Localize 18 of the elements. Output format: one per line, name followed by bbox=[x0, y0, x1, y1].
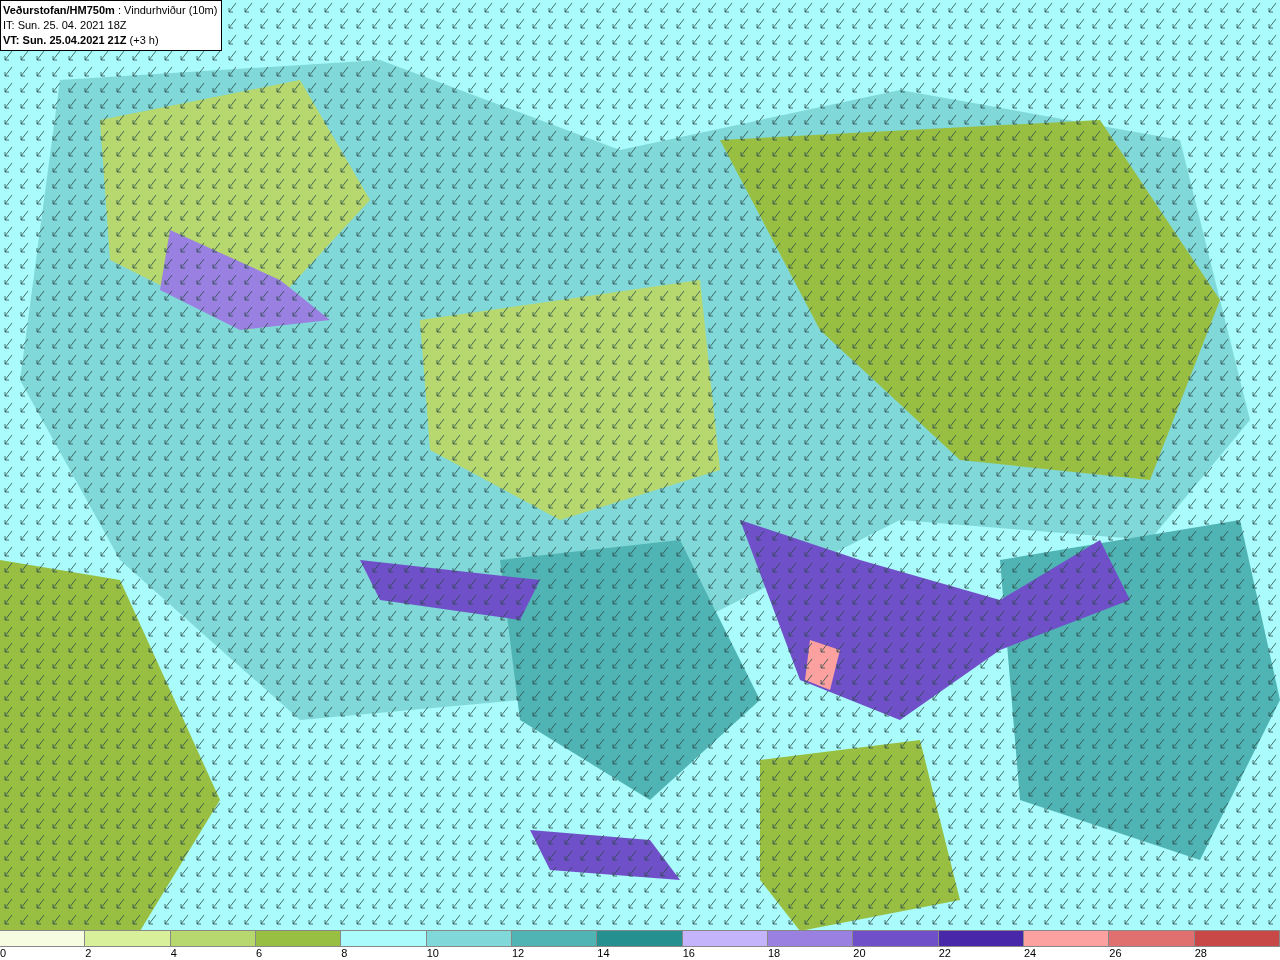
legend-tick-label: 24 bbox=[1024, 947, 1037, 960]
legend-tick-label: 22 bbox=[938, 947, 951, 960]
legend-tick-label: 4 bbox=[170, 947, 177, 960]
title-line: Veðurstofan/HM750m : Vindurhviður (10m) bbox=[3, 3, 218, 18]
title-line: IT: Sun. 25. 04. 2021 18Z bbox=[3, 18, 128, 33]
legend-tick-label: 14 bbox=[597, 947, 610, 960]
legend-tick-label: 6 bbox=[256, 947, 263, 960]
legend-tick-label: 26 bbox=[1109, 947, 1122, 960]
legend-tick-label: 16 bbox=[682, 947, 695, 960]
legend-tick-label: 10 bbox=[426, 947, 439, 960]
title-line: VT: Sun. 25.04.2021 21Z (+3 h) bbox=[3, 33, 160, 48]
legend-tick-label: 20 bbox=[853, 947, 866, 960]
legend-tick-label: 8 bbox=[341, 947, 348, 960]
legend-tick-label: 18 bbox=[768, 947, 781, 960]
legend-tick-label: 2 bbox=[85, 947, 92, 960]
legend-tick-label: 12 bbox=[512, 947, 525, 960]
legend-tick-label: 0 bbox=[0, 947, 7, 960]
legend-tick-label: 28 bbox=[1194, 947, 1207, 960]
